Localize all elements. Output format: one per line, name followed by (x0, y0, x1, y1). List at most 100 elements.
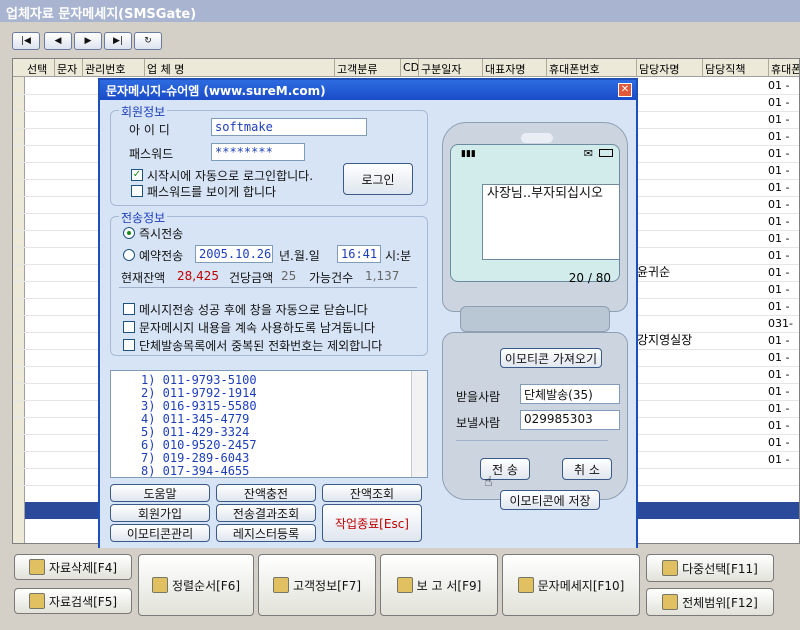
multi-select-label: 다중선택[F11] (682, 561, 758, 576)
get-emoticon-button[interactable]: 이모티콘 가져오기 (500, 348, 602, 368)
list-item[interactable]: 8) 017-394-4655 (141, 464, 249, 478)
mobile-cell: 01 - (768, 436, 790, 449)
list-item[interactable]: 7) 019-289-6043 (141, 451, 249, 465)
mobile-cell: 01 - (768, 79, 790, 92)
reserve-send-radio[interactable] (123, 249, 135, 261)
close-icon[interactable]: ✕ (618, 83, 632, 97)
available-count-value: 1,137 (365, 269, 400, 283)
first-record-button[interactable]: |◀ (12, 32, 40, 50)
member-group: 회원정보 아 이 디 softmake 패스워드 ******** ✓ 시작시에… (110, 103, 428, 206)
mobile-cell: 01 - (768, 470, 790, 483)
customer-info-label: 고객정보[F7] (292, 578, 362, 593)
col-mobile2[interactable]: 휴대폰 (769, 59, 799, 77)
register-button[interactable]: 레지스터등록 (216, 524, 316, 542)
list-item[interactable]: 6) 010-9520-2457 (141, 438, 257, 452)
col-position[interactable]: 담당직책 (703, 59, 769, 77)
col-date[interactable]: 구분일자 (419, 59, 483, 77)
immediate-send-radio[interactable] (123, 227, 135, 239)
col-company[interactable]: 업 체 명 (145, 59, 335, 77)
mobile-cell: 01 - (768, 300, 790, 313)
keep-message-checkbox[interactable] (123, 321, 135, 333)
signal-icon: ▮▮▮ (461, 149, 476, 159)
mobile-cell: 01 - (768, 164, 790, 177)
sms-label: 문자메세지[F10] (537, 578, 625, 593)
auto-close-checkbox[interactable] (123, 303, 135, 315)
col-select[interactable]: 선택 (25, 59, 55, 77)
manager-name-cell: 강지영실장 (637, 333, 693, 347)
exclude-duplicates-checkbox[interactable] (123, 339, 135, 351)
send-group-label: 전송정보 (119, 209, 168, 226)
cancel-button[interactable]: 취 소 (562, 458, 612, 480)
time-format-label: 시:분 (385, 249, 412, 263)
mobile-cell: 01 - (768, 147, 790, 160)
mobile-cell: 01 - (768, 453, 790, 466)
col-manager[interactable]: 담당자명 (637, 59, 703, 77)
help-button[interactable]: 도움말 (110, 484, 210, 502)
col-id[interactable]: 관리번호 (83, 59, 145, 77)
exit-button[interactable]: 작업종료[Esc] (322, 504, 422, 542)
sort-order-label: 정렬순서[F6] (171, 578, 241, 593)
charge-button[interactable]: 잔액충전 (216, 484, 316, 502)
mobile-cell: 01 - (768, 198, 790, 211)
full-range-label: 전체범위[F12] (682, 595, 758, 610)
save-emoticon-button[interactable]: 이모티콘에 저장 (500, 490, 600, 510)
reserve-date-input[interactable]: 2005.10.26 (195, 245, 273, 263)
recipient-input[interactable]: 단체발송(35) (520, 384, 620, 404)
join-button[interactable]: 회원가입 (110, 504, 210, 522)
sms-button[interactable]: 문자메세지[F10] (502, 554, 640, 616)
customer-icon (272, 577, 289, 593)
col-mobile[interactable]: 휴대폰번호 (547, 59, 637, 77)
mobile-cell: 01 - (768, 96, 790, 109)
auto-close-label: 메시지전송 성공 후에 창을 자동으로 닫습니다 (139, 303, 368, 317)
show-password-checkbox[interactable] (131, 185, 143, 197)
auto-login-checkbox[interactable]: ✓ (131, 169, 143, 181)
sms-dialog: 문자메시지-슈어엠 (www.sureM.com) ✕ 회원정보 아 이 디 s… (98, 78, 638, 550)
list-item[interactable]: 2) 011-9792-1914 (141, 386, 257, 400)
mobile-cell: 01 - (768, 113, 790, 126)
next-record-button[interactable]: ▶ (74, 32, 102, 50)
recipient-list[interactable]: 1) 011-9793-5100 2) 011-9792-1914 3) 016… (110, 370, 428, 478)
list-item[interactable]: 1) 011-9793-5100 (141, 373, 257, 387)
send-group: 전송정보 즉시전송 예약전송 2005.10.26 년.월.일 16:41 시:… (110, 209, 428, 356)
col-ceo[interactable]: 대표자명 (483, 59, 547, 77)
message-input[interactable]: 사장님..부자되십시오 (482, 184, 620, 260)
list-item[interactable]: 5) 011-429-3324 (141, 425, 249, 439)
refresh-button[interactable]: ↻ (134, 32, 162, 50)
id-input[interactable]: softmake (211, 118, 367, 136)
multi-select-button[interactable]: 다중선택[F11] (646, 554, 774, 582)
sort-order-button[interactable]: 정렬순서[F6] (138, 554, 254, 616)
reserve-time-input[interactable]: 16:41 (337, 245, 381, 263)
balance-value: 28,425 (177, 269, 219, 283)
unit-price-label: 건당금액 (229, 271, 274, 285)
sender-label: 보낼사람 (456, 416, 501, 430)
col-cd[interactable]: CD (401, 59, 419, 77)
show-password-label: 패스워드를 보이게 합니다 (147, 185, 277, 199)
mail-icon: ✉ (583, 147, 593, 160)
balance-label: 현재잔액 (121, 271, 166, 285)
bottom-toolbar: 자료삭제[F4] 자료검색[F5] 정렬순서[F6] 고객정보[F7] 보 고 … (0, 548, 800, 630)
result-query-button[interactable]: 전송결과조회 (216, 504, 316, 522)
record-nav-bar: |◀ ◀ ▶ ▶| ↻ (0, 22, 800, 58)
auto-login-label: 시작시에 자동으로 로그인합니다. (147, 169, 314, 183)
delete-record-button[interactable]: 자료삭제[F4] (14, 554, 132, 580)
prev-record-button[interactable]: ◀ (44, 32, 72, 50)
full-range-button[interactable]: 전체범위[F12] (646, 588, 774, 616)
report-label: 보 고 서[F9] (416, 578, 482, 593)
last-record-button[interactable]: ▶| (104, 32, 132, 50)
list-scrollbar[interactable] (411, 371, 427, 477)
col-category[interactable]: 고객분류 (335, 59, 401, 77)
list-item[interactable]: 4) 011-345-4779 (141, 412, 249, 426)
login-button[interactable]: 로그인 (343, 163, 413, 195)
sender-input[interactable]: 029985303 (520, 410, 620, 430)
emoticon-manage-button[interactable]: 이모티콘관리 (110, 524, 210, 542)
balance-query-button[interactable]: 잔액조회 (322, 484, 422, 502)
divider (456, 440, 608, 441)
col-sms[interactable]: 문자 (55, 59, 83, 77)
search-record-label: 자료검색[F5] (48, 594, 118, 609)
customer-info-button[interactable]: 고객정보[F7] (258, 554, 376, 616)
report-icon (396, 577, 413, 593)
report-button[interactable]: 보 고 서[F9] (380, 554, 498, 616)
password-input[interactable]: ******** (211, 143, 305, 161)
list-item[interactable]: 3) 016-9315-5580 (141, 399, 257, 413)
search-record-button[interactable]: 자료검색[F5] (14, 588, 132, 614)
